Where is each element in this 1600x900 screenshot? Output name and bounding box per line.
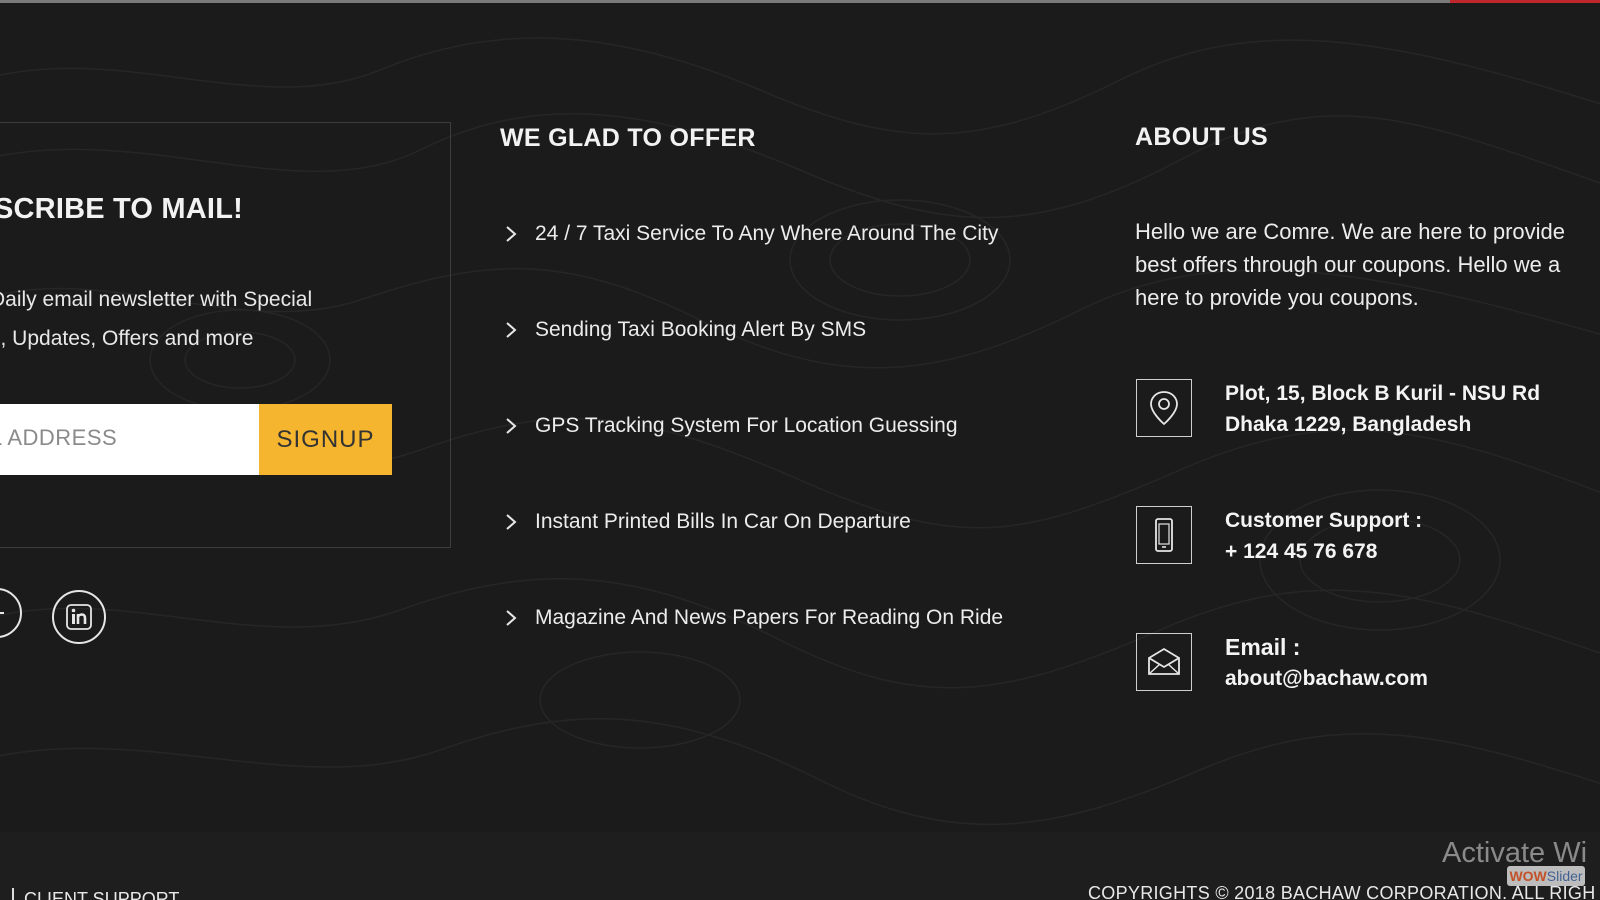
support-phone[interactable]: + 124 45 76 678 — [1225, 536, 1422, 567]
support-text: Customer Support : + 124 45 76 678 — [1225, 505, 1422, 567]
offer-item[interactable]: 24 / 7 Taxi Service To Any Where Around … — [500, 222, 998, 246]
about-description: Hello we are Comre. We are here to provi… — [1135, 215, 1600, 314]
offer-item-label: Magazine And News Papers For Reading On … — [535, 606, 1004, 629]
about-line3: here to provide you coupons. — [1135, 285, 1419, 310]
footer-page: SCRIBE TO MAIL! Daily email newsletter w… — [0, 0, 1600, 900]
offer-item[interactable]: GPS Tracking System For Location Guessin… — [500, 414, 958, 438]
address-line2: Dhaka 1229, Bangladesh — [1225, 413, 1472, 436]
offer-item-label: GPS Tracking System For Location Guessin… — [535, 414, 958, 437]
subscribe-title: SCRIBE TO MAIL! — [0, 193, 243, 225]
email-label: Email : — [1225, 634, 1301, 660]
location-icon-box — [1136, 379, 1192, 437]
about-line1: Hello we are Comre. We are here to provi… — [1135, 219, 1566, 244]
envelope-icon — [1148, 647, 1180, 675]
wow-text: WOW — [1509, 868, 1547, 884]
offer-item-label: 24 / 7 Taxi Service To Any Where Around … — [535, 222, 999, 245]
linkedin-icon — [66, 604, 92, 630]
signup-button[interactable]: SIGNUP — [259, 404, 392, 475]
offer-item[interactable]: Instant Printed Bills In Car On Departur… — [500, 510, 911, 534]
chevron-right-icon — [506, 226, 517, 242]
offer-item[interactable]: Magazine And News Papers For Reading On … — [500, 606, 1003, 630]
chevron-right-icon — [506, 322, 517, 338]
chevron-right-icon — [506, 514, 517, 530]
chevron-right-icon — [506, 610, 517, 626]
phone-icon-box — [1136, 506, 1192, 564]
email-input-placeholder: L ADDRESS — [0, 425, 118, 450]
subscribe-description: Daily email newsletter with Special s, U… — [0, 280, 350, 358]
wowslider-badge[interactable]: WOW Slider — [1507, 866, 1585, 886]
top-accent-line — [1450, 0, 1600, 3]
slider-text: Slider — [1546, 868, 1583, 884]
offer-item[interactable]: Sending Taxi Booking Alert By SMS — [500, 318, 866, 342]
separator — [12, 888, 14, 900]
plus-icon — [0, 612, 4, 614]
address-text: Plot, 15, Block B Kuril - NSU Rd Dhaka 1… — [1225, 378, 1540, 440]
offers-title: WE GLAD TO OFFER — [500, 124, 756, 152]
address-line1: Plot, 15, Block B Kuril - NSU Rd — [1225, 382, 1541, 405]
chevron-right-icon — [506, 418, 517, 434]
offer-item-label: Instant Printed Bills In Car On Departur… — [535, 510, 911, 533]
subscribe-description-line1: Daily email newsletter with Special — [0, 288, 313, 311]
mobile-phone-icon — [1155, 518, 1173, 552]
subscribe-description-line2: s, Updates, Offers and more — [0, 327, 254, 350]
top-divider — [0, 0, 1450, 3]
email-link[interactable]: about@bachaw.com — [1225, 663, 1428, 694]
email-text: Email : about@bachaw.com — [1225, 632, 1428, 694]
offer-item-label: Sending Taxi Booking Alert By SMS — [535, 318, 867, 341]
about-line2: best offers through our coupons. Hello w… — [1135, 252, 1561, 277]
email-icon-box — [1136, 633, 1192, 691]
about-title: ABOUT US — [1135, 123, 1268, 151]
social-linkedin-button[interactable] — [52, 590, 106, 644]
client-support-label: CLIENT SUPPORT — [24, 889, 180, 900]
map-pin-icon — [1150, 391, 1178, 426]
support-label: Customer Support : — [1225, 509, 1423, 532]
client-support-link[interactable]: CLIENT SUPPORT — [12, 888, 179, 900]
